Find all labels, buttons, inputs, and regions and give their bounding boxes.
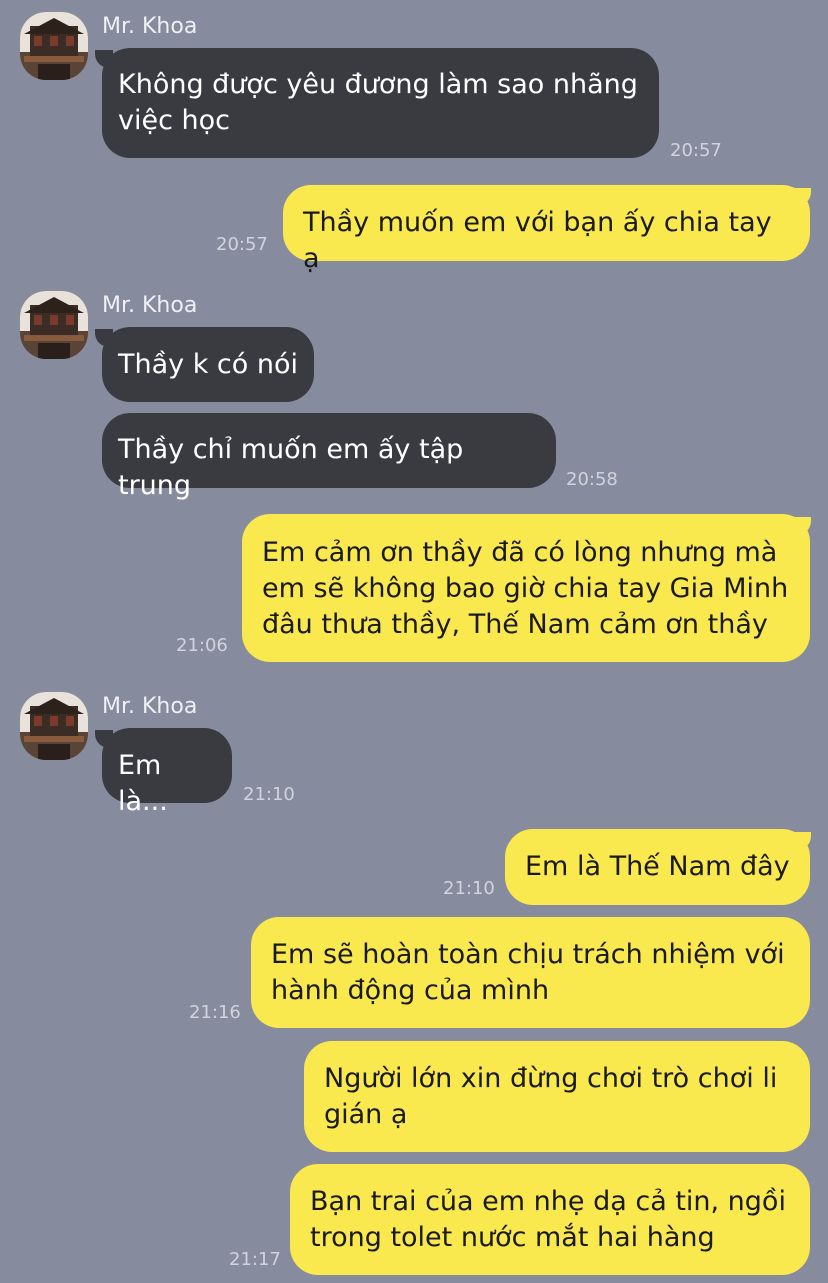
- message-time: 21:16: [189, 1002, 241, 1023]
- message-bubble-outgoing[interactable]: Thầy muốn em với bạn ấy chia tay ạ: [283, 185, 810, 274]
- message-time: 20:58: [566, 469, 618, 490]
- message-time: 20:57: [670, 140, 722, 161]
- message-bubble-outgoing[interactable]: Người lớn xin đừng chơi trò chơi li gián…: [304, 1041, 810, 1152]
- message-bubble-outgoing[interactable]: Em sẽ hoàn toàn chịu trách nhiệm với hàn…: [251, 917, 810, 1028]
- sender-name: Mr. Khoa: [102, 694, 198, 719]
- sender-name: Mr. Khoa: [102, 293, 198, 318]
- sender-name: Mr. Khoa: [102, 14, 198, 39]
- message-bubble-outgoing[interactable]: Em là Thế Nam đây: [505, 829, 810, 905]
- contact-avatar[interactable]: [20, 692, 88, 760]
- contact-avatar[interactable]: [20, 12, 88, 80]
- message-time: 21:10: [443, 878, 495, 899]
- message-bubble-incoming[interactable]: Em là...: [102, 728, 232, 817]
- message-bubble-outgoing[interactable]: Em cảm ơn thầy đã có lòng nhưng mà em sẽ…: [242, 514, 810, 662]
- message-time: 20:57: [216, 234, 268, 255]
- message-bubble-incoming[interactable]: Không được yêu đương làm sao nhãng việc …: [102, 48, 659, 158]
- message-bubble-outgoing[interactable]: Bạn trai của em nhẹ dạ cả tin, ngồi tron…: [290, 1164, 810, 1275]
- contact-avatar[interactable]: [20, 291, 88, 359]
- message-bubble-incoming[interactable]: Thầy chỉ muốn em ấy tập trung: [102, 413, 556, 501]
- message-time: 21:06: [176, 635, 228, 656]
- message-time: 21:17: [229, 1249, 281, 1270]
- message-bubble-incoming[interactable]: Thầy k có nói: [102, 327, 314, 402]
- message-time: 21:10: [243, 784, 295, 805]
